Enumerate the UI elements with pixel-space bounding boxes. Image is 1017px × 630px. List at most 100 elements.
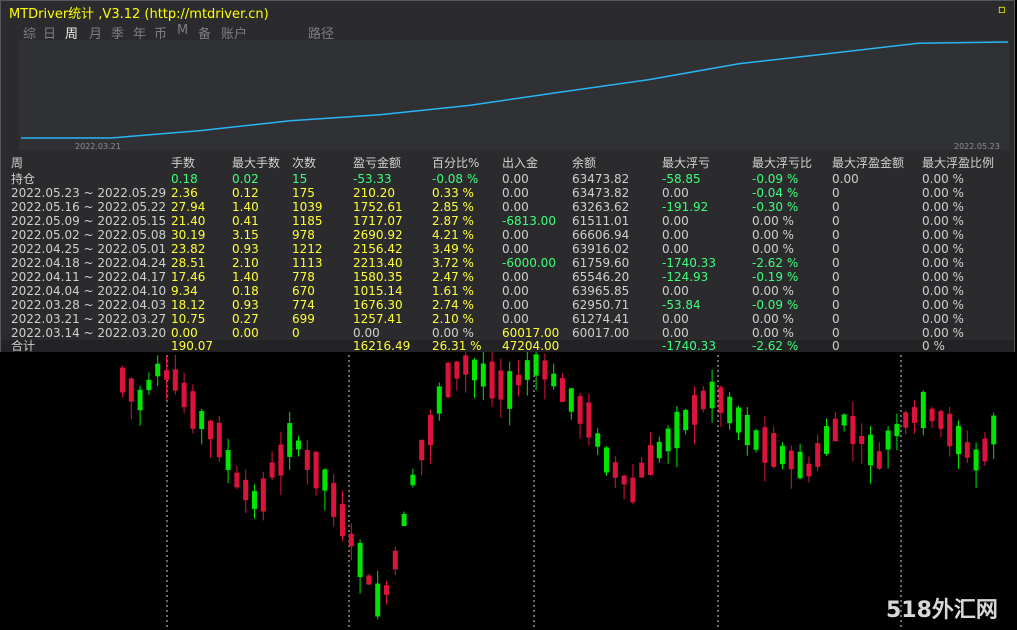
candle-body: [199, 411, 205, 429]
table-cell: 1212: [292, 242, 323, 256]
table-cell: 0.12: [232, 186, 259, 200]
table-row[interactable]: 2022.04.11 ~ 2022.04.17 17.46 1.40 778 1580.…: [1, 270, 1014, 284]
table-cell: 0.00 %: [922, 312, 964, 326]
totals-cell: 47204.00: [502, 339, 560, 353]
table-cell: 62950.71: [572, 298, 630, 312]
column-header: 最大浮盈比例: [922, 156, 995, 170]
table-row[interactable]: 2022.03.28 ~ 2022.04.03 18.12 0.93 774 1676.…: [1, 298, 1014, 312]
table-cell: 1580.35: [353, 270, 403, 284]
table-cell: 1717.07: [353, 214, 403, 228]
candle-body: [683, 409, 689, 431]
totals-cell: -2.62 %: [752, 339, 799, 353]
table-cell: -191.92: [662, 200, 709, 214]
table-cell: 4.21 %: [432, 228, 474, 242]
table-row[interactable]: 2022.04.25 ~ 2022.05.01 23.82 0.93 1212 2156…: [1, 242, 1014, 256]
table-cell: 0.00: [502, 270, 529, 284]
candle-body: [604, 447, 609, 473]
table-cell: 0.93: [232, 298, 259, 312]
close-icon[interactable]: ▫: [996, 3, 1008, 15]
table-cell: 0.00: [171, 326, 198, 340]
table-cell: 3.49 %: [432, 242, 474, 256]
table-cell: 0: [832, 298, 840, 312]
table-cell: 0.00: [832, 172, 859, 186]
table-cell: 61274.41: [572, 312, 630, 326]
table-cell: 778: [292, 270, 315, 284]
candle-body: [964, 442, 970, 458]
table-cell: -2.62 %: [752, 256, 799, 270]
candle-body: [296, 440, 301, 450]
totals-cell: 26.31 %: [432, 339, 482, 353]
candle-body: [780, 445, 785, 465]
table-row[interactable]: 2022.05.23 ~ 2022.05.29 2.36 0.12 175 210.20…: [1, 186, 1014, 200]
table-cell: 0.18: [232, 284, 259, 298]
table-cell: 66606.94: [572, 228, 630, 242]
candle-body: [260, 478, 266, 512]
table-cell: 1039: [292, 200, 323, 214]
table-cell: 0.00: [502, 312, 529, 326]
table-cell: 0.00: [662, 312, 689, 326]
equity-start-date: 2022.03.21: [75, 142, 121, 151]
table-cell: 2022.05.23 ~ 2022.05.29: [11, 186, 167, 200]
table-cell: 30.19: [171, 228, 206, 242]
table-row[interactable]: 2022.05.09 ~ 2022.05.15 21.40 0.41 1185 1717…: [1, 214, 1014, 228]
table-cell: 2022.03.28 ~ 2022.04.03: [11, 298, 167, 312]
table-cell: 1015.14: [353, 284, 403, 298]
table-cell: 0.00: [502, 298, 529, 312]
column-header: 手数: [171, 156, 196, 170]
table-cell: 0: [832, 242, 840, 256]
candle-body: [806, 463, 812, 477]
table-row[interactable]: 2022.04.18 ~ 2022.04.24 28.51 2.10 1113 2213…: [1, 256, 1014, 270]
tab-7[interactable]: M: [177, 23, 188, 38]
table-cell: 2690.92: [353, 228, 403, 242]
table-cell: 1.40: [232, 200, 259, 214]
column-header: 余额: [572, 156, 597, 170]
candle-body: [876, 451, 882, 469]
candle-body: [824, 426, 829, 454]
totals-cell: 16216.49: [353, 339, 411, 353]
table-cell: 0.00: [353, 326, 380, 340]
table-row[interactable]: 持仓 0.18 0.02 15 -53.33 -0.08 % 0.00 63473.82 -58…: [1, 172, 1014, 186]
table-cell: 0.00: [502, 200, 529, 214]
candle-body: [568, 388, 574, 412]
candle-body: [920, 391, 926, 429]
table-cell: 0.33 %: [432, 186, 474, 200]
table-cell: 2.10: [232, 256, 259, 270]
table-cell: 15: [292, 172, 308, 186]
table-cell: 0.41: [232, 214, 259, 228]
candle-body: [929, 408, 935, 422]
table-cell: 2022.04.11 ~ 2022.04.17: [11, 270, 167, 284]
table-cell: 0.27: [232, 312, 259, 326]
candle-body: [480, 363, 486, 387]
table-cell: 0.00 %: [922, 172, 964, 186]
table-cell: 0: [832, 228, 840, 242]
table-cell: 0.00: [662, 228, 689, 242]
candle-body: [472, 359, 477, 381]
candle-body: [304, 450, 310, 470]
table-row[interactable]: 2022.04.04 ~ 2022.04.10 9.34 0.18 670 1015.1…: [1, 284, 1014, 298]
table-cell: -0.08 %: [432, 172, 479, 186]
table-cell: -0.09 %: [752, 172, 799, 186]
statistics-panel[interactable]: MTDriver统计 ,V3.12 (http://mtdriver.cn) ▫…: [0, 0, 1015, 352]
candle-body: [533, 354, 539, 376]
table-cell: 0.02: [232, 172, 259, 186]
table-cell: -1740.33: [662, 256, 716, 270]
table-row[interactable]: 2022.05.16 ~ 2022.05.22 27.94 1.40 1039 1752…: [1, 200, 1014, 214]
candle-body: [384, 585, 389, 595]
table-cell: -53.33: [353, 172, 392, 186]
candle-body: [128, 378, 134, 402]
table-row[interactable]: 2022.03.21 ~ 2022.03.27 10.75 0.27 699 1257.…: [1, 312, 1014, 326]
table-cell: 17.46: [171, 270, 206, 284]
table-cell: 60017.00: [572, 326, 630, 340]
table-cell: 0.00: [662, 214, 689, 228]
candle-body: [463, 355, 469, 375]
candle-body: [454, 361, 460, 379]
candle-body: [164, 370, 169, 380]
table-cell: 0: [832, 284, 840, 298]
totals-cell: 190.07: [171, 339, 213, 353]
table-row[interactable]: 2022.03.14 ~ 2022.03.20 0.00 0.00 0 0.00 0.00…: [1, 326, 1014, 340]
table-cell: 0.00: [502, 172, 529, 186]
candle-body: [516, 374, 521, 386]
candle-body: [656, 441, 662, 459]
table-row[interactable]: 2022.05.02 ~ 2022.05.08 30.19 3.15 978 2690.…: [1, 228, 1014, 242]
candle-body: [841, 414, 847, 426]
